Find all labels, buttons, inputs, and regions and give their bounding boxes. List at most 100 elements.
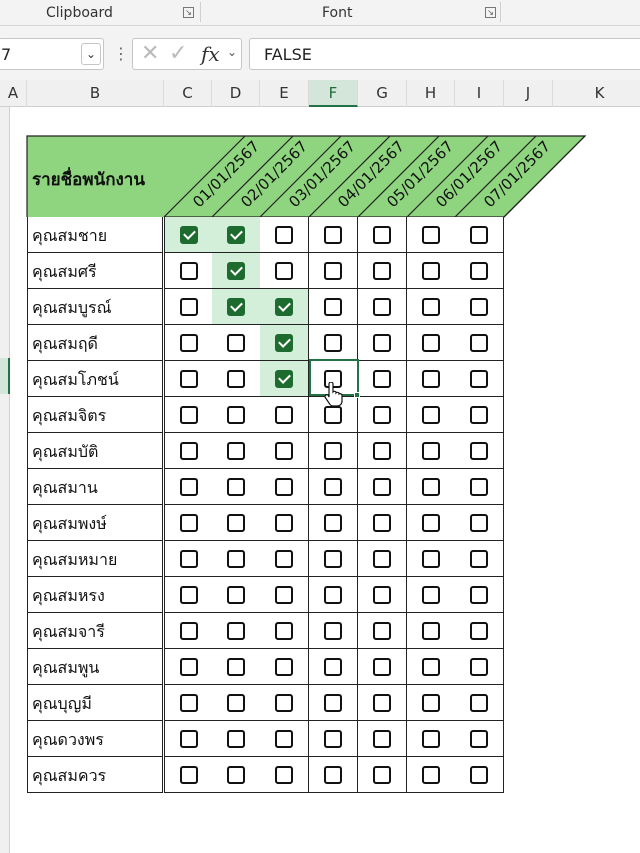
attendance-cell[interactable]	[260, 685, 309, 721]
attendance-cell[interactable]	[358, 361, 407, 397]
attendance-cell[interactable]	[260, 217, 309, 253]
attendance-checkbox[interactable]	[275, 694, 293, 712]
employee-name-cell[interactable]: คุณสมฤดี	[27, 325, 163, 361]
attendance-cell[interactable]	[212, 613, 261, 649]
attendance-cell[interactable]	[212, 217, 261, 253]
attendance-checkbox[interactable]	[180, 514, 198, 532]
attendance-cell[interactable]	[260, 289, 309, 325]
attendance-checkbox[interactable]	[180, 262, 198, 280]
attendance-cell[interactable]	[358, 217, 407, 253]
attendance-cell[interactable]	[407, 721, 456, 757]
attendance-cell[interactable]	[407, 325, 456, 361]
attendance-checkbox[interactable]	[275, 658, 293, 676]
attendance-cell[interactable]	[164, 505, 213, 541]
attendance-cell[interactable]	[455, 289, 504, 325]
employee-list-title[interactable]: รายชื่อพนักงาน	[32, 166, 145, 193]
attendance-cell[interactable]	[407, 289, 456, 325]
attendance-checkbox[interactable]	[422, 442, 440, 460]
attendance-checkbox[interactable]	[324, 766, 342, 784]
employee-name-cell[interactable]: คุณสมควร	[27, 757, 163, 793]
attendance-cell[interactable]	[358, 757, 407, 793]
attendance-cell[interactable]	[407, 469, 456, 505]
attendance-checkbox[interactable]	[324, 442, 342, 460]
attendance-checkbox[interactable]	[324, 586, 342, 604]
attendance-checkbox[interactable]	[275, 334, 293, 352]
attendance-cell[interactable]	[260, 361, 309, 397]
attendance-cell[interactable]	[164, 433, 213, 469]
attendance-cell[interactable]	[212, 289, 261, 325]
attendance-cell[interactable]	[260, 757, 309, 793]
attendance-checkbox[interactable]	[275, 298, 293, 316]
attendance-cell[interactable]	[260, 469, 309, 505]
attendance-checkbox[interactable]	[373, 550, 391, 568]
attendance-cell[interactable]	[212, 685, 261, 721]
attendance-cell[interactable]	[407, 649, 456, 685]
employee-name-cell[interactable]: คุณสมหรง	[27, 577, 163, 613]
employee-name-cell[interactable]: คุณสมจิตร	[27, 397, 163, 433]
attendance-checkbox[interactable]	[324, 478, 342, 496]
attendance-cell[interactable]	[455, 649, 504, 685]
employee-name-cell[interactable]: คุณสมหมาย	[27, 541, 163, 577]
attendance-checkbox[interactable]	[373, 226, 391, 244]
attendance-cell[interactable]	[309, 505, 358, 541]
attendance-checkbox[interactable]	[373, 658, 391, 676]
attendance-checkbox[interactable]	[373, 514, 391, 532]
attendance-cell[interactable]	[455, 505, 504, 541]
attendance-cell[interactable]	[212, 505, 261, 541]
attendance-checkbox[interactable]	[275, 766, 293, 784]
attendance-cell[interactable]	[164, 649, 213, 685]
attendance-cell[interactable]	[212, 649, 261, 685]
attendance-checkbox[interactable]	[373, 586, 391, 604]
attendance-cell[interactable]	[407, 757, 456, 793]
attendance-checkbox[interactable]	[470, 586, 488, 604]
attendance-cell[interactable]	[358, 613, 407, 649]
attendance-cell[interactable]	[309, 541, 358, 577]
attendance-checkbox[interactable]	[422, 694, 440, 712]
attendance-cell[interactable]	[407, 397, 456, 433]
attendance-checkbox[interactable]	[227, 622, 245, 640]
attendance-cell[interactable]	[407, 505, 456, 541]
attendance-cell[interactable]	[260, 433, 309, 469]
employee-name-cell[interactable]: คุณสมโภชน์	[27, 361, 163, 397]
attendance-cell[interactable]	[407, 361, 456, 397]
employee-name-cell[interactable]: คุณสมพงษ์	[27, 505, 163, 541]
attendance-cell[interactable]	[358, 541, 407, 577]
attendance-cell[interactable]	[212, 757, 261, 793]
attendance-checkbox[interactable]	[227, 406, 245, 424]
attendance-checkbox[interactable]	[470, 478, 488, 496]
attendance-checkbox[interactable]	[422, 586, 440, 604]
employee-name-cell[interactable]: คุณสมจารี	[27, 613, 163, 649]
attendance-cell[interactable]	[212, 721, 261, 757]
attendance-checkbox[interactable]	[227, 478, 245, 496]
attendance-checkbox[interactable]	[422, 406, 440, 424]
attendance-checkbox[interactable]	[324, 730, 342, 748]
attendance-checkbox[interactable]	[422, 766, 440, 784]
attendance-checkbox[interactable]	[324, 694, 342, 712]
attendance-checkbox[interactable]	[275, 442, 293, 460]
employee-name-cell[interactable]: คุณสมบัติ	[27, 433, 163, 469]
attendance-checkbox[interactable]	[422, 370, 440, 388]
attendance-cell[interactable]	[309, 469, 358, 505]
attendance-checkbox[interactable]	[180, 586, 198, 604]
attendance-checkbox[interactable]	[275, 370, 293, 388]
attendance-checkbox[interactable]	[373, 262, 391, 280]
attendance-cell[interactable]	[164, 397, 213, 433]
attendance-checkbox[interactable]	[180, 730, 198, 748]
attendance-cell[interactable]	[358, 325, 407, 361]
employee-name-cell[interactable]: คุณสมบูรณ์	[27, 289, 163, 325]
attendance-checkbox[interactable]	[422, 622, 440, 640]
attendance-cell[interactable]	[164, 469, 213, 505]
attendance-checkbox[interactable]	[324, 334, 342, 352]
attendance-checkbox[interactable]	[373, 478, 391, 496]
attendance-checkbox[interactable]	[373, 442, 391, 460]
attendance-cell[interactable]	[212, 361, 261, 397]
attendance-checkbox[interactable]	[227, 298, 245, 316]
attendance-cell[interactable]	[260, 541, 309, 577]
attendance-cell[interactable]	[260, 325, 309, 361]
attendance-checkbox[interactable]	[227, 226, 245, 244]
attendance-checkbox[interactable]	[227, 694, 245, 712]
attendance-checkbox[interactable]	[470, 658, 488, 676]
attendance-cell[interactable]	[309, 649, 358, 685]
attendance-cell[interactable]	[455, 613, 504, 649]
attendance-checkbox[interactable]	[324, 658, 342, 676]
